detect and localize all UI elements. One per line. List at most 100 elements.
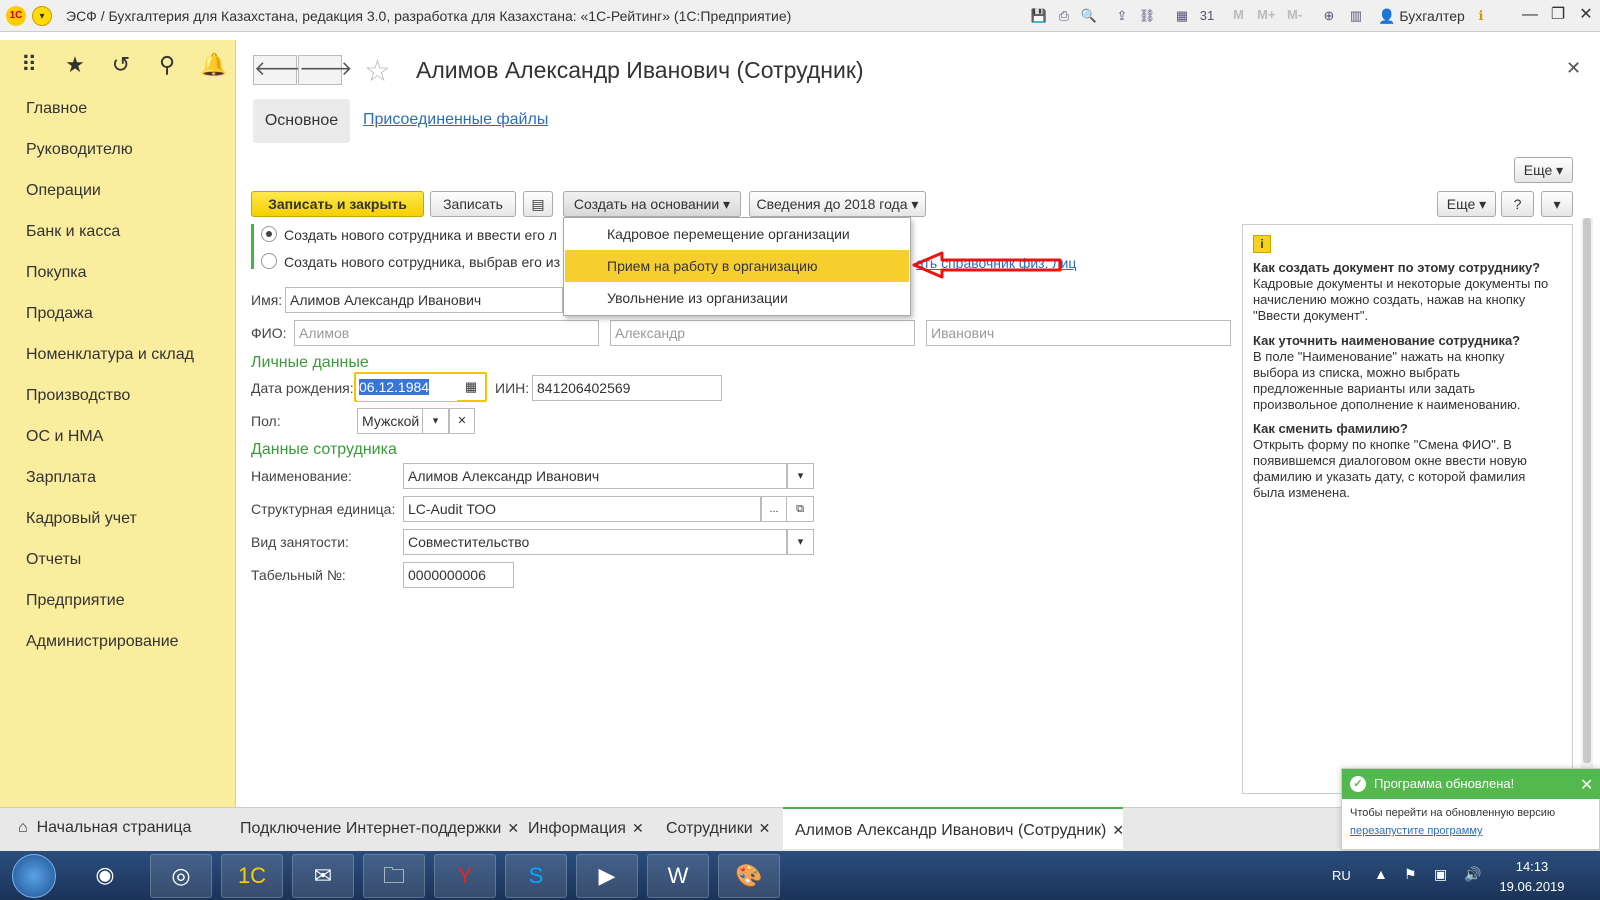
sidebar-item-hr[interactable]: Кадровый учет [26, 510, 137, 528]
sidebar-item-main[interactable]: Главное [26, 100, 87, 118]
sidebar-item-reports[interactable]: Отчеты [26, 551, 81, 569]
middle-name-field[interactable]: Иванович [926, 320, 1231, 346]
naming-field[interactable]: Алимов Александр Иванович [403, 463, 787, 489]
employment-field[interactable]: Совместительство [403, 529, 787, 555]
sidebar-item-operations[interactable]: Операции [26, 182, 101, 200]
preview-icon[interactable]: 🔍 [1080, 7, 1098, 25]
minimize-button[interactable]: — [1516, 4, 1544, 28]
print-icon[interactable]: ⎙ [1055, 7, 1073, 25]
sidebar-item-manager[interactable]: Руководителю [26, 141, 133, 159]
word-icon[interactable]: W [647, 854, 709, 898]
panels-icon[interactable]: ▥ [1347, 7, 1365, 25]
help-scrollbar[interactable] [1581, 218, 1593, 778]
help-button[interactable]: ? [1501, 191, 1534, 217]
unit-open-icon[interactable]: ⧉ [787, 496, 814, 522]
info-2018-button[interactable]: Сведения до 2018 года ▾ [749, 191, 926, 217]
employment-dropdown-icon[interactable]: ▾ [787, 529, 814, 555]
tabnum-field[interactable]: 0000000006 [403, 562, 514, 588]
iin-field[interactable]: 841206402569 [532, 375, 722, 401]
volume-icon[interactable]: 🔊 [1464, 866, 1481, 883]
favorites-star-icon[interactable]: ★ [62, 52, 88, 78]
close-notification-icon[interactable]: ✕ [1580, 775, 1593, 795]
sidebar-item-sales[interactable]: Продажа [26, 305, 93, 323]
tab-internet-support[interactable]: Подключение Интернет-поддержки ✕ [228, 807, 519, 849]
alice-icon[interactable]: ◉ [74, 854, 136, 898]
favorite-star-icon[interactable]: ☆ [364, 54, 391, 89]
menu-item-dismissal[interactable]: Увольнение из организации [565, 282, 909, 314]
chrome-icon[interactable]: ◎ [150, 854, 212, 898]
user-name[interactable]: 👤 Бухгалтер [1378, 8, 1465, 25]
paint-icon[interactable]: 🎨 [718, 854, 780, 898]
close-tab-icon[interactable]: ✕ [759, 820, 771, 836]
tab-information[interactable]: Информация ✕ [516, 807, 652, 849]
media-player-icon[interactable]: ▶ [576, 854, 638, 898]
memory-minus-button[interactable]: M- [1287, 7, 1302, 22]
info-icon[interactable]: ℹ [1472, 7, 1490, 25]
memory-plus-button[interactable]: M+ [1257, 7, 1275, 22]
sidebar-item-purchase[interactable]: Покупка [26, 264, 87, 282]
sidebar-item-admin[interactable]: Администрирование [26, 633, 179, 651]
more-top-button[interactable]: Еще ▾ [1514, 157, 1573, 183]
unit-select-button[interactable]: ... [761, 496, 787, 522]
save-button[interactable]: Записать [430, 191, 516, 217]
print-list-icon[interactable]: ▤ [523, 191, 553, 217]
back-button[interactable]: 🡐 [253, 55, 308, 85]
explorer-icon[interactable]: 🗀 [363, 854, 425, 898]
close-document-icon[interactable]: ✕ [1566, 58, 1581, 79]
sidebar-item-enterprise[interactable]: Предприятие [26, 592, 125, 610]
last-name-field[interactable]: Алимов [294, 320, 599, 346]
close-tab-icon[interactable]: ✕ [1112, 822, 1124, 838]
calendar-icon[interactable]: ▦ [459, 375, 483, 399]
gender-clear-icon[interactable]: ✕ [449, 408, 475, 434]
link-icon[interactable]: ⛓ [1138, 7, 1156, 25]
search-icon[interactable]: ⚲ [154, 52, 180, 78]
maximize-button[interactable]: ❐ [1544, 4, 1572, 28]
sidebar-item-assets[interactable]: ОС и НМА [26, 428, 103, 446]
menu-item-hire[interactable]: Прием на работу в организацию [565, 250, 909, 282]
radio-new-employee-enter[interactable] [261, 226, 277, 242]
sidebar-item-nomenclature[interactable]: Номенклатура и склад [26, 346, 194, 364]
naming-dropdown-icon[interactable]: ▾ [787, 463, 814, 489]
calculator-icon[interactable]: ▦ [1173, 7, 1191, 25]
tab-home[interactable]: ⌂ Начальная страница [6, 807, 226, 849]
save-and-close-button[interactable]: Записать и закрыть [251, 191, 424, 217]
zoom-icon[interactable]: ⊕ [1320, 7, 1338, 25]
memory-m-button[interactable]: M [1233, 7, 1244, 22]
apps-grid-icon[interactable]: ⠿ [16, 52, 42, 78]
sidebar-item-bank[interactable]: Банк и касса [26, 223, 120, 241]
flag-icon[interactable]: ⚑ [1404, 866, 1417, 883]
onec-taskbar-icon[interactable]: 1С [221, 854, 283, 898]
gender-field[interactable]: Мужской [357, 408, 423, 434]
system-clock[interactable]: 14:13 19.06.2019 [1492, 857, 1572, 897]
bell-icon[interactable]: 🔔 [200, 52, 227, 78]
start-button[interactable] [12, 854, 56, 898]
history-icon[interactable]: ↺ [108, 52, 134, 78]
unit-field[interactable]: LC-Audit ТОО [403, 496, 761, 522]
sidebar-item-production[interactable]: Производство [26, 387, 130, 405]
tab-attached-files[interactable]: Присоединенные файлы [363, 111, 548, 129]
main-menu-icon[interactable]: ▾ [32, 6, 52, 26]
yandex-icon[interactable]: Y [434, 854, 496, 898]
radio-new-employee-select[interactable] [261, 253, 277, 269]
forward-button[interactable]: 🡒 [298, 55, 353, 85]
name-field[interactable]: Алимов Александр Иванович [285, 287, 563, 313]
menu-item-transfer[interactable]: Кадровое перемещение организации [565, 218, 909, 250]
close-tab-icon[interactable]: ✕ [632, 820, 644, 836]
calendar-icon[interactable]: 31 [1198, 7, 1216, 25]
panel-menu-button[interactable]: ▾ [1541, 191, 1573, 217]
more-button[interactable]: Еще ▾ [1437, 191, 1496, 217]
first-name-field[interactable]: Александр [610, 320, 915, 346]
tab-employees[interactable]: Сотрудники ✕ [654, 807, 782, 849]
restart-link[interactable]: перезапустите программу [1350, 825, 1483, 837]
language-indicator[interactable]: RU [1332, 868, 1351, 883]
network-icon[interactable]: ▣ [1434, 866, 1447, 883]
tab-current-employee[interactable]: Алимов Александр Иванович (Сотрудник) ✕ [783, 807, 1124, 849]
save-icon[interactable]: 💾 [1030, 7, 1048, 25]
sidebar-item-salary[interactable]: Зарплата [26, 469, 96, 487]
gender-dropdown-icon[interactable]: ▾ [423, 408, 449, 434]
scrollbar-thumb[interactable] [1583, 218, 1591, 763]
skype-icon[interactable]: S [505, 854, 567, 898]
tray-expand-icon[interactable]: ▲ [1374, 866, 1388, 882]
create-based-on-button[interactable]: Создать на основании ▾ [563, 191, 741, 217]
upload-icon[interactable]: ⇪ [1113, 7, 1131, 25]
